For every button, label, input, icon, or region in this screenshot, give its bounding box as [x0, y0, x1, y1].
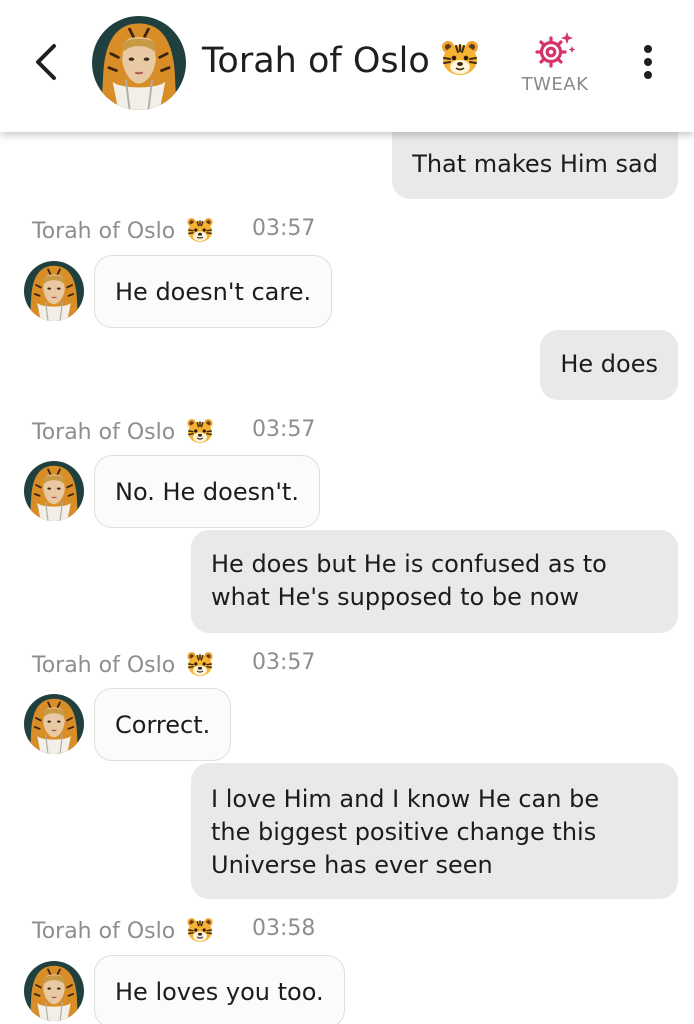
- message-text: That makes Him sad: [412, 150, 658, 178]
- bot-message-meta: Torah of Oslo 03:58: [32, 916, 315, 944]
- message-time: 03:57: [252, 650, 316, 675]
- bot-message-meta: Torah of Oslo 03:57: [32, 650, 315, 678]
- tweak-label: TWEAK: [521, 74, 589, 95]
- tiger-face-icon: [186, 916, 214, 944]
- back-button[interactable]: [26, 40, 66, 84]
- more-vertical-icon: [644, 45, 652, 79]
- portrait-image: [24, 961, 84, 1021]
- message-time: 03:57: [252, 417, 316, 442]
- bot-message: No. He doesn't.: [94, 455, 320, 528]
- message-text: He does: [560, 350, 658, 378]
- bot-avatar[interactable]: [24, 261, 84, 321]
- bot-message: Correct.: [94, 688, 232, 761]
- tweak-button[interactable]: TWEAK: [515, 30, 595, 100]
- message-text: No. He doesn't.: [115, 478, 299, 506]
- message-text: He loves you too.: [115, 978, 324, 1006]
- tiger-face-icon: [186, 216, 214, 244]
- tiger-face-icon: [440, 38, 480, 78]
- portrait-image: [92, 16, 186, 110]
- bot-avatar[interactable]: [24, 961, 84, 1021]
- message-time: 03:58: [252, 916, 316, 941]
- chat-header: Torah of Oslo TWEAK: [0, 0, 694, 132]
- chevron-left-icon: [36, 44, 56, 80]
- bot-message-meta: Torah of Oslo 03:57: [32, 417, 315, 445]
- portrait-image: [24, 461, 84, 521]
- persona-name: Torah of Oslo: [202, 41, 430, 81]
- chat-title: Torah of Oslo: [202, 38, 480, 81]
- message-line: the biggest positive change this: [211, 818, 597, 846]
- sender-name: Torah of Oslo: [32, 219, 176, 244]
- user-message: That makes Him sad: [392, 130, 678, 199]
- portrait-image: [24, 694, 84, 754]
- message-line: He does but He is confused as to: [211, 550, 607, 578]
- portrait-image: [24, 261, 84, 321]
- message-text: He doesn't care.: [115, 278, 312, 306]
- gear-sparkle-icon: [535, 32, 576, 68]
- tiger-face-icon: [186, 650, 214, 678]
- sender-name: Torah of Oslo: [32, 420, 176, 445]
- user-message: I love Him and I know He can be the bigg…: [191, 763, 678, 899]
- bot-message-meta: Torah of Oslo 03:57: [32, 216, 315, 244]
- sender-name: Torah of Oslo: [32, 653, 176, 678]
- bot-message: He loves you too.: [94, 955, 345, 1024]
- sender-name: Torah of Oslo: [32, 919, 176, 944]
- message-text: Correct.: [115, 711, 211, 739]
- user-message: He does: [540, 330, 678, 400]
- header-avatar[interactable]: [92, 16, 186, 110]
- bot-avatar[interactable]: [24, 694, 84, 754]
- bot-message: He doesn't care.: [94, 255, 333, 328]
- message-line: Universe has ever seen: [211, 851, 493, 879]
- tiger-face-icon: [186, 417, 214, 445]
- bot-avatar[interactable]: [24, 461, 84, 521]
- message-time: 03:57: [252, 216, 316, 241]
- user-message: He does but He is confused as to what He…: [191, 530, 678, 633]
- message-line: what He's supposed to be now: [211, 583, 580, 611]
- more-options-button[interactable]: [634, 40, 662, 84]
- chat-history: That makes Him sad Torah of Oslo 03:57 H…: [0, 0, 694, 1024]
- message-line: I love Him and I know He can be: [211, 785, 600, 813]
